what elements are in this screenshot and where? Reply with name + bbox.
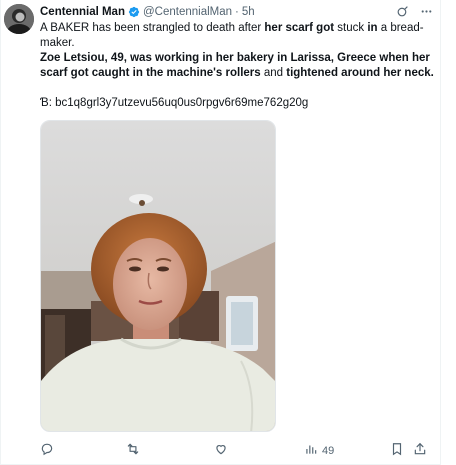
retweet-icon: [126, 442, 140, 459]
author-name[interactable]: Centennial Man: [40, 6, 125, 18]
avatar[interactable]: [4, 4, 34, 34]
grok-icon[interactable]: [395, 4, 409, 18]
reply-button[interactable]: [40, 442, 54, 459]
more-icon[interactable]: [419, 4, 433, 18]
left-border: [0, 0, 1, 465]
text-paragraph-2: Zoe Letsiou, 49, was working in her bake…: [40, 51, 435, 81]
separator-dot: ·: [235, 6, 239, 18]
top-actions: [395, 4, 433, 18]
tweet-card[interactable]: Centennial Man @CentennialMan · 5h A BAK…: [0, 0, 456, 465]
text-run-bold: her scarf got: [264, 22, 335, 34]
action-bar: 49: [40, 442, 435, 460]
timestamp[interactable]: 5h: [242, 6, 255, 18]
views-icon: [304, 442, 318, 459]
text-run-bold: tightened around her neck.: [286, 67, 434, 79]
like-button[interactable]: [214, 442, 228, 459]
bookmark-icon: [390, 442, 404, 459]
right-border: [440, 0, 441, 465]
bookmark-button[interactable]: [390, 442, 404, 459]
share-button[interactable]: [413, 442, 427, 459]
tweet-text: A BAKER has been strangled to death afte…: [40, 21, 435, 111]
views-button[interactable]: 49: [304, 442, 334, 459]
share-icon: [413, 442, 427, 459]
views-count: 49: [322, 444, 335, 457]
text-run: stuck: [334, 22, 368, 34]
verified-badge-icon: [128, 6, 140, 18]
tweet-photo[interactable]: [40, 120, 276, 432]
reply-icon: [40, 442, 54, 459]
tweet-header: Centennial Man @CentennialMan · 5h: [40, 4, 255, 20]
text-run: A BAKER has been strangled to death afte…: [40, 22, 265, 34]
like-icon: [214, 442, 228, 459]
author-handle[interactable]: @CentennialMan: [143, 6, 232, 18]
text-paragraph-1: A BAKER has been strangled to death afte…: [40, 21, 435, 51]
text-paragraph-3: Ɓ: bc1q8grl3y7utzevu56uq0us0rpgv6r69me76…: [40, 97, 309, 109]
text-run: and: [260, 67, 287, 79]
text-run-bold: in: [367, 22, 378, 34]
retweet-button[interactable]: [126, 442, 140, 459]
